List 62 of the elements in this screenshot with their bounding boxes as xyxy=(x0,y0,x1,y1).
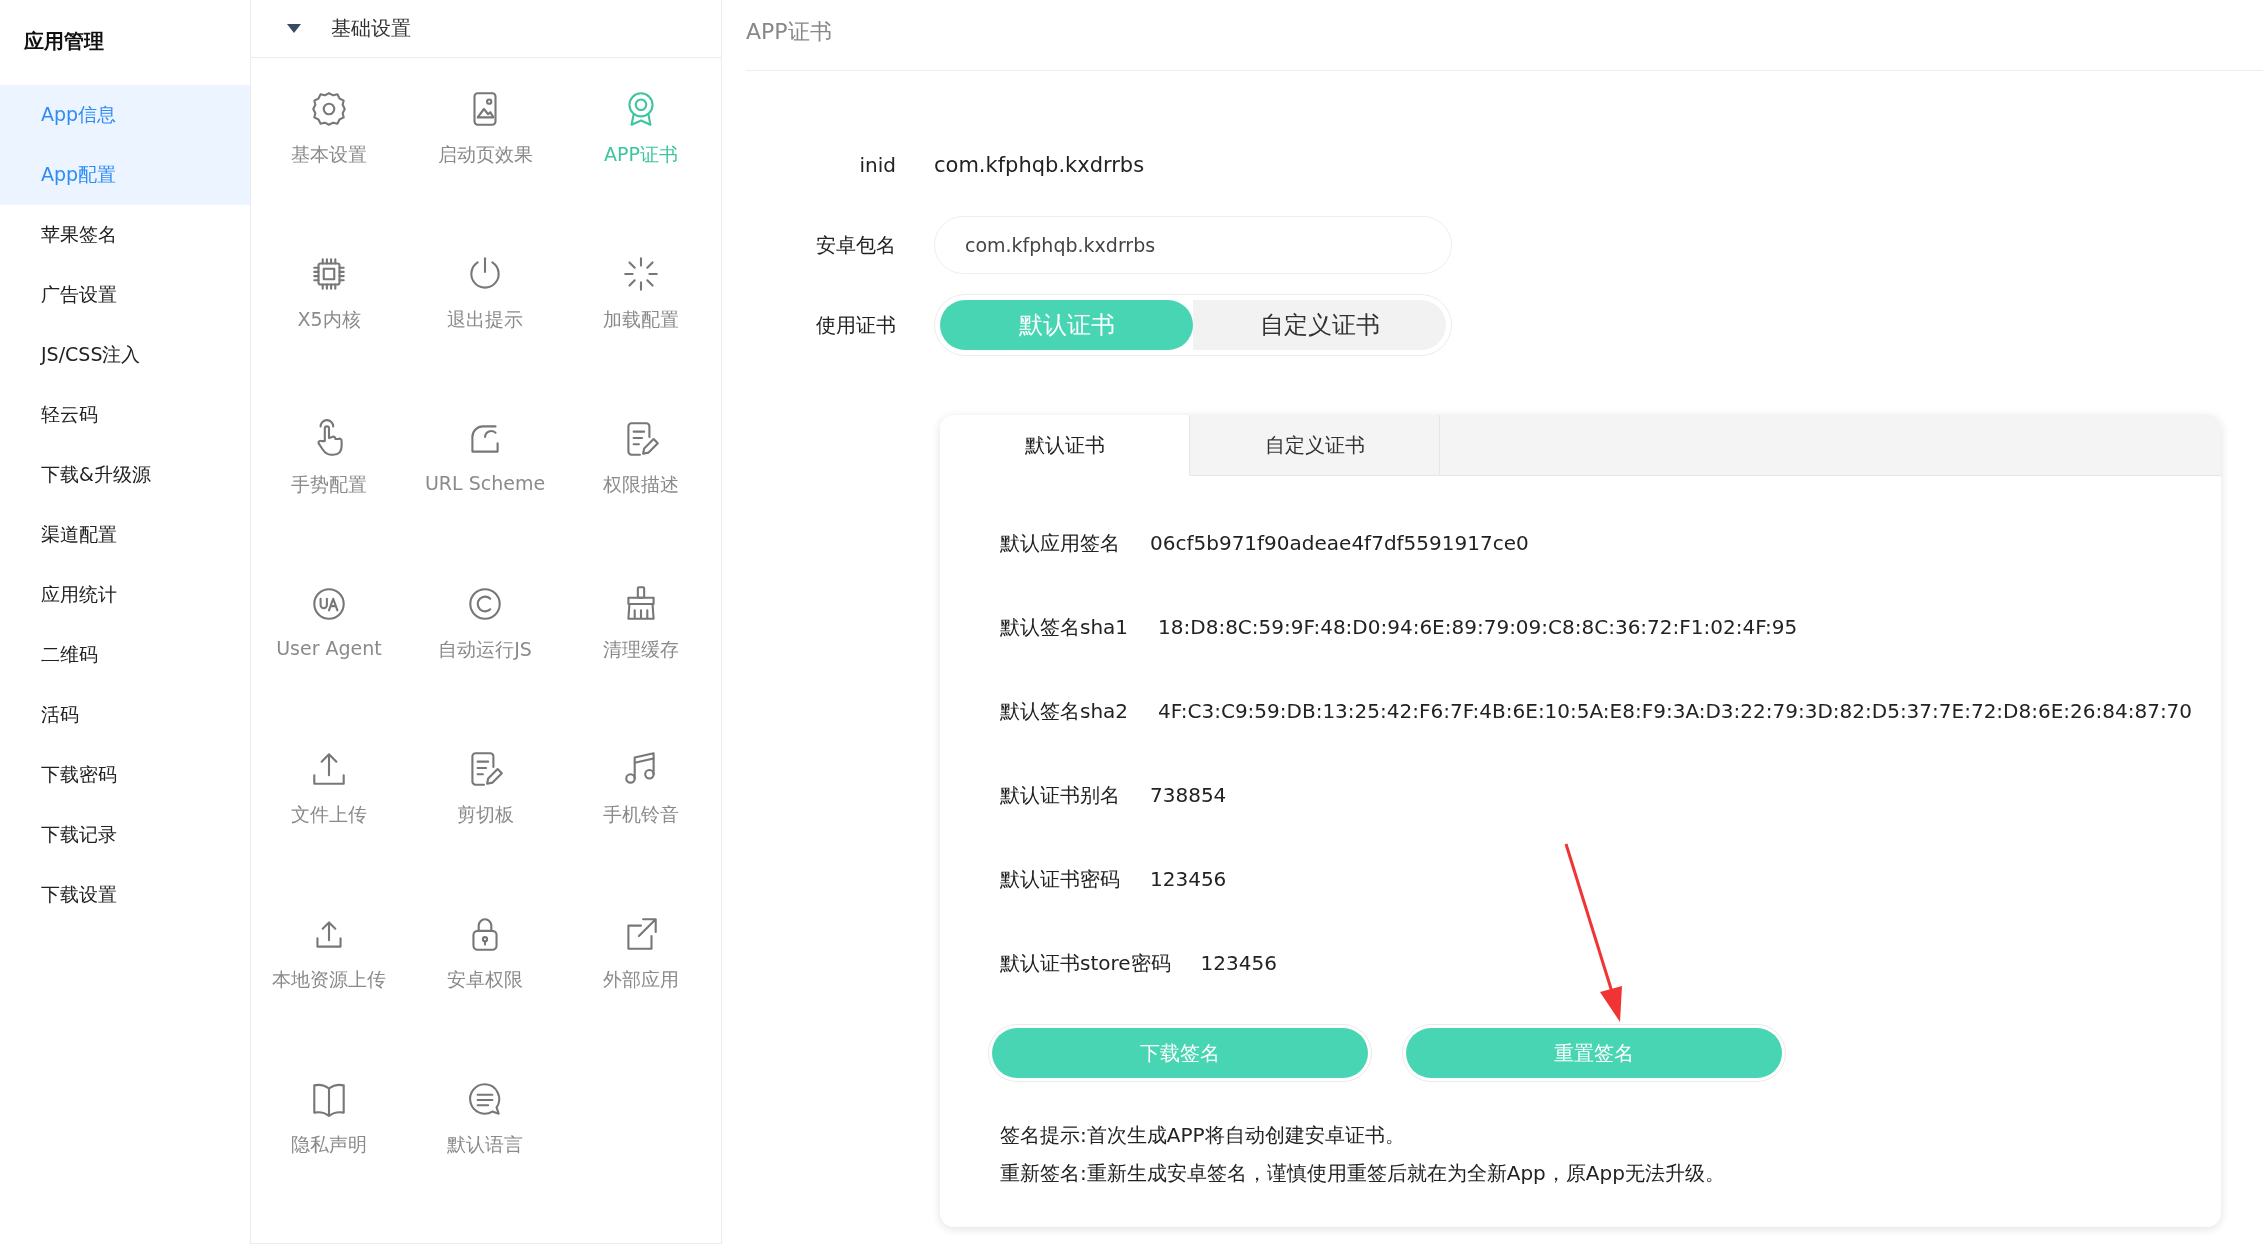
sidebar-item[interactable]: JS/CSS注入 xyxy=(0,325,250,385)
certificate-tab[interactable]: 默认证书 xyxy=(940,415,1190,476)
sidebar-item[interactable]: App信息 xyxy=(0,85,250,145)
signature-button[interactable]: 下载签名 xyxy=(992,1028,1368,1078)
feature-tile[interactable]: X5内核 xyxy=(251,223,407,388)
certificate-field-value: 4F:C3:C9:59:DB:13:25:42:F6:7F:4B:6E:10:5A:E8:F9:3A:D3:22:79:3D:82:D5:37:7E:72:D8:6E:26:84:87:70 xyxy=(1158,699,2193,723)
feature-tile[interactable]: User Agent xyxy=(251,553,407,718)
hint-text: 签名提示:首次生成APP将自动创建安卓证书。 xyxy=(1000,1122,1406,1149)
feature-tile[interactable]: APP证书 xyxy=(563,58,719,223)
feature-tile[interactable]: 手势配置 xyxy=(251,388,407,553)
feature-tile[interactable]: 安卓权限 xyxy=(407,883,563,1048)
feature-tile[interactable]: 加载配置 xyxy=(563,223,719,388)
certificate-label: 使用证书 xyxy=(815,311,896,339)
sidebar-item[interactable]: 活码 xyxy=(0,685,250,745)
sidebar-item[interactable]: 渠道配置 xyxy=(0,505,250,565)
certificate-field-label: 默认签名sha1 xyxy=(1000,613,1129,641)
sidebar-item[interactable]: 苹果签名 xyxy=(0,205,250,265)
sidebar-item[interactable]: 下载&升级源 xyxy=(0,445,250,505)
sidebar-item[interactable]: 广告设置 xyxy=(0,265,250,325)
section-title: 基础设置 xyxy=(331,15,411,42)
feature-tile[interactable]: 手机铃音 xyxy=(563,718,719,883)
feature-tile[interactable]: 本地资源上传 xyxy=(251,883,407,1048)
certificate-field-label: 默认证书别名 xyxy=(1000,781,1120,809)
package-label: 安卓包名 xyxy=(815,231,896,259)
feature-tile[interactable]: 基本设置 xyxy=(251,58,407,223)
sidebar-item[interactable]: 下载密码 xyxy=(0,745,250,805)
certificate-field-value: 123456 xyxy=(1150,867,1227,891)
certificate-option[interactable]: 默认证书 xyxy=(940,300,1193,350)
feature-tile[interactable]: 隐私声明 xyxy=(251,1048,407,1213)
feature-tile[interactable]: URL Scheme xyxy=(407,388,563,553)
package-name-field[interactable]: com.kfphqb.kxdrrbs xyxy=(934,216,1452,274)
sidebar-item[interactable]: 下载记录 xyxy=(0,805,250,865)
sidebar-item[interactable]: 下载设置 xyxy=(0,865,250,925)
hint-text: 重新签名:重新生成安卓签名，谨慎使用重签后就在为全新App，原App无法升级。 xyxy=(1000,1160,1726,1187)
sidebar-title: 应用管理 xyxy=(23,28,105,55)
sidebar-item[interactable]: 应用统计 xyxy=(0,565,250,625)
feature-tile[interactable]: 清理缓存 xyxy=(563,553,719,718)
certificate-option[interactable]: 自定义证书 xyxy=(1193,300,1446,350)
signature-button[interactable]: 重置签名 xyxy=(1406,1028,1782,1078)
certificate-field-value: 18:D8:8C:59:9F:48:D0:94:6E:89:79:09:C8:8C:36:72:F1:02:4F:95 xyxy=(1158,615,1798,639)
feature-tile[interactable]: 文件上传 xyxy=(251,718,407,883)
certificate-field-label: 默认证书密码 xyxy=(1000,865,1120,893)
sidebar-item[interactable]: 二维码 xyxy=(0,625,250,685)
feature-tile[interactable]: 剪切板 xyxy=(407,718,563,883)
feature-tile[interactable]: 退出提示 xyxy=(407,223,563,388)
feature-tile[interactable]: 启动页效果 xyxy=(407,58,563,223)
sidebar-item[interactable]: App配置 xyxy=(0,145,250,205)
feature-tile[interactable]: 权限描述 xyxy=(563,388,719,553)
inid-label: inid xyxy=(858,153,896,177)
feature-tile[interactable]: 外部应用 xyxy=(563,883,719,1048)
caret-icon[interactable] xyxy=(287,23,301,34)
certificate-field-label: 默认应用签名 xyxy=(1000,529,1120,557)
feature-tile[interactable]: 默认语言 xyxy=(407,1048,563,1213)
page-title: APP证书 xyxy=(746,0,2263,71)
certificate-field-value: 06cf5b971f90adeae4f7df5591917ce0 xyxy=(1150,531,1529,555)
inid-value: com.kfphqb.kxdrrbs xyxy=(934,153,1145,177)
feature-tile[interactable]: 自动运行JS xyxy=(407,553,563,718)
sidebar-item[interactable]: 轻云码 xyxy=(0,385,250,445)
certificate-field-value: 123456 xyxy=(1200,951,1277,975)
certificate-field-label: 默认证书store密码 xyxy=(1000,949,1171,977)
certificate-field-value: 738854 xyxy=(1150,783,1227,807)
certificate-field-label: 默认签名sha2 xyxy=(1000,697,1129,725)
